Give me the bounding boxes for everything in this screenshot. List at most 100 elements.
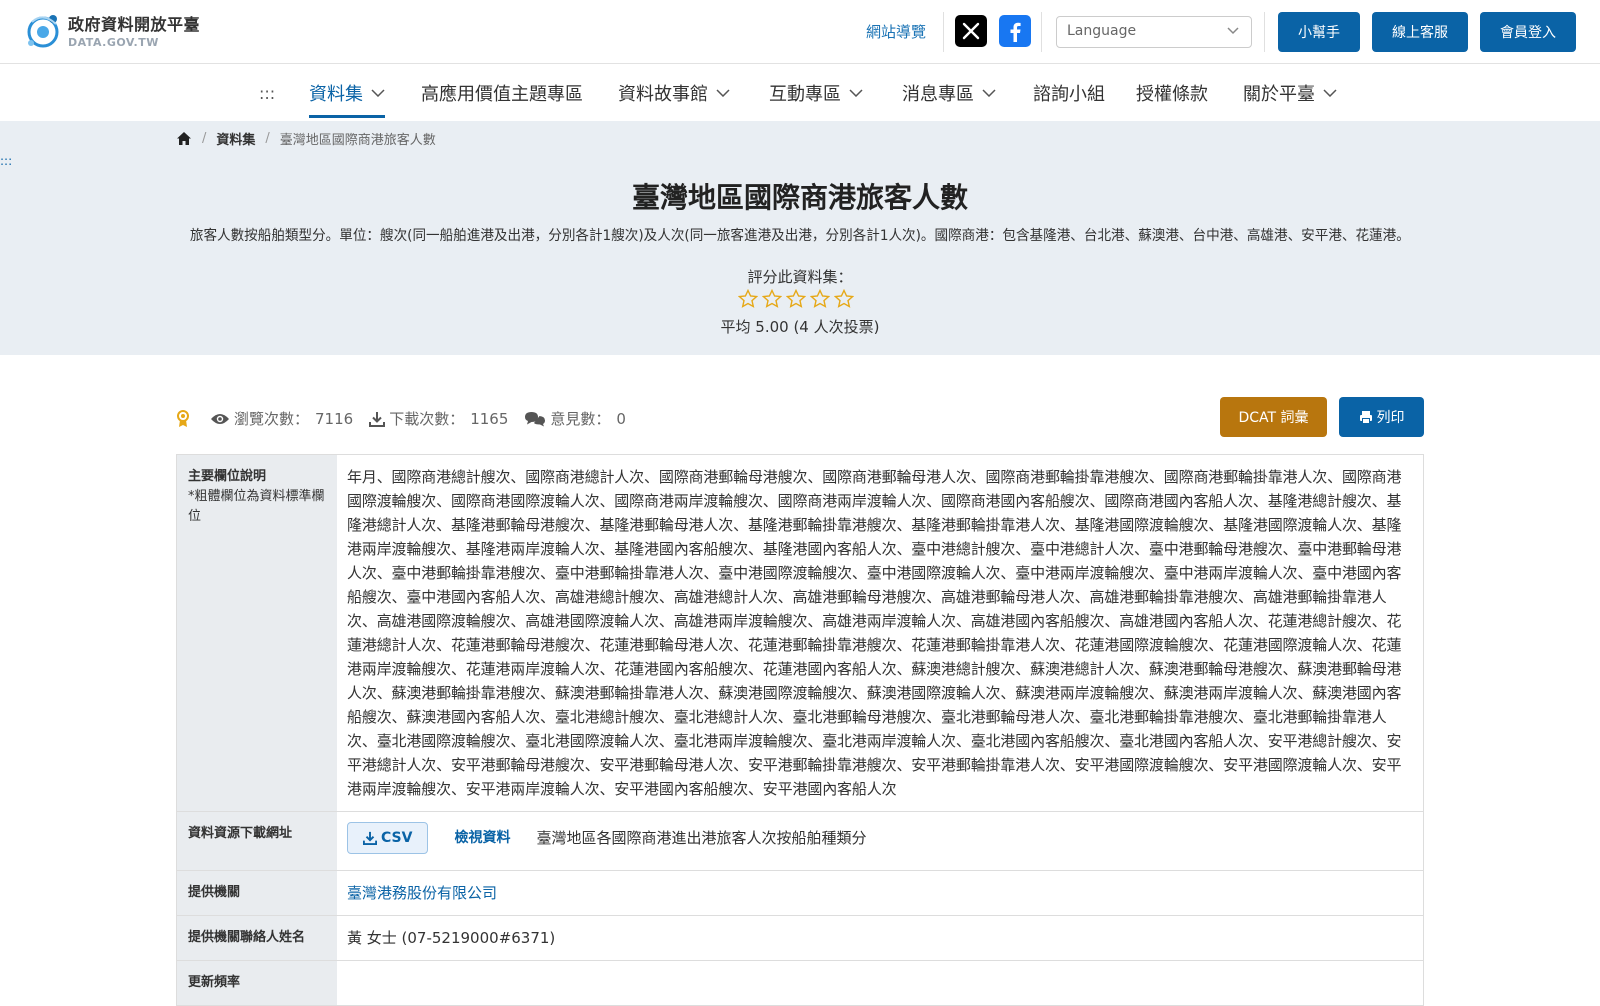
award-icon (177, 409, 189, 427)
views-stat: 瀏覽次數： 7116 (210, 408, 353, 429)
download-value-cell: CSV 檢視資料 臺灣地區各國際商港進出港旅客人次按船舶種類分 (337, 812, 1423, 870)
comments-count: 0 (616, 409, 626, 428)
rating-stars (738, 289, 854, 309)
divider (1041, 12, 1042, 52)
language-select-value: Language (1067, 23, 1137, 39)
nav-item-about[interactable]: 關於平臺 (1243, 80, 1337, 106)
breadcrumb: / 資料集 / 臺灣地區國際商港旅客人數 (176, 129, 436, 148)
rating-average: 平均 5.00 (4 人次投票) (720, 318, 880, 336)
print-button[interactable]: 列印 (1339, 397, 1424, 437)
table-row: 提供機關聯絡人姓名 黃 女士 (07-5219000#6371) (177, 916, 1423, 961)
chevron-down-icon (1323, 89, 1337, 97)
print-icon (1359, 411, 1372, 424)
download-icon (369, 411, 386, 427)
breadcrumb-datasets-link[interactable]: 資料集 (216, 129, 255, 148)
chevron-down-icon (716, 89, 730, 97)
frequency-label-cell: 更新頻率 (177, 961, 337, 1005)
views-label: 瀏覽次數： (234, 410, 310, 428)
download-label-cell: 資料資源下載網址 (177, 812, 337, 870)
provider-link[interactable]: 臺灣港務股份有限公司 (347, 884, 497, 902)
downloads-label: 下載次數： (389, 410, 465, 428)
nav-item-advisory[interactable]: 諮詢小組 (1033, 80, 1105, 106)
table-row: 更新頻率 (177, 961, 1423, 1005)
nav-item-datasets[interactable]: 資料集 (309, 80, 385, 118)
breadcrumb-current: 臺灣地區國際商港旅客人數 (279, 133, 436, 148)
member-login-button[interactable]: 會員登入 (1480, 12, 1576, 52)
site-logo[interactable]: 政府資料開放平臺 DATA.GOV.TW (22, 10, 200, 52)
nav-item-license[interactable]: 授權條款 (1136, 80, 1208, 106)
print-button-label: 列印 (1376, 410, 1405, 426)
frequency-value (337, 961, 1423, 1005)
page-title: 臺灣地區國際商港旅客人數 (631, 181, 968, 214)
dataset-info-table: 主要欄位說明 *粗體欄位為資料標準欄位 年月、國際商港總計艘次、國際商港總計人次… (176, 454, 1424, 1006)
download-icon (363, 831, 377, 845)
star-icon[interactable] (762, 289, 782, 309)
views-count: 7116 (315, 409, 354, 428)
nav-item-label: 互動專區 (769, 84, 841, 105)
divider (943, 12, 944, 52)
star-icon[interactable] (738, 289, 758, 309)
nav-access-key[interactable]: ::: (259, 84, 275, 103)
breadcrumb-separator: / (202, 131, 207, 146)
comments-label: 意見數： (550, 410, 611, 428)
nav-item-data-stories[interactable]: 資料故事館 (618, 80, 730, 106)
comments-icon (525, 411, 546, 426)
top-header: 政府資料開放平臺 DATA.GOV.TW 網站導覽 Language 小幫手 線… (0, 0, 1600, 64)
comments-stat: 意見數： 0 (524, 408, 626, 429)
star-icon[interactable] (834, 289, 854, 309)
eye-icon (211, 413, 229, 424)
contact-value: 黃 女士 (07-5219000#6371) (347, 929, 556, 947)
logo-title: 政府資料開放平臺 (68, 14, 201, 34)
nav-item-label: 高應用價值主題專區 (421, 84, 583, 105)
nav-item-label: 諮詢小組 (1033, 84, 1105, 105)
facebook-icon[interactable] (999, 15, 1031, 47)
divider (1264, 12, 1265, 52)
table-row: 提供機關 臺灣港務股份有限公司 (177, 871, 1423, 916)
logo-subtitle: DATA.GOV.TW (68, 35, 159, 49)
nav-item-label: 消息專區 (902, 84, 974, 105)
star-icon[interactable] (786, 289, 806, 309)
nav-item-label: 授權條款 (1136, 84, 1208, 105)
resource-name: 臺灣地區各國際商港進出港旅客人次按船舶種類分 (536, 829, 867, 847)
nav-item-high-value[interactable]: 高應用價值主題專區 (421, 80, 583, 106)
csv-download-button[interactable]: CSV (347, 822, 429, 854)
x-twitter-icon[interactable] (955, 15, 987, 47)
side-access-key[interactable]: ::: (0, 154, 12, 168)
contact-label-cell: 提供機關聯絡人姓名 (177, 916, 337, 960)
helper-button[interactable]: 小幫手 (1278, 12, 1360, 52)
fields-note: *粗體欄位為資料標準欄位 (188, 489, 325, 524)
fields-label: 主要欄位說明 (188, 469, 267, 484)
main-nav: ::: 資料集 高應用價值主題專區 資料故事館 互動專區 消息專區 諮詢小組 授… (0, 64, 1600, 121)
online-support-button[interactable]: 線上客服 (1372, 12, 1468, 52)
table-row: 主要欄位說明 *粗體欄位為資料標準欄位 年月、國際商港總計艘次、國際商港總計人次… (177, 455, 1423, 812)
dataset-hero: / 資料集 / 臺灣地區國際商港旅客人數 ::: 臺灣地區國際商港旅客人數 旅客… (0, 121, 1600, 355)
downloads-count: 1165 (470, 409, 509, 428)
view-data-link[interactable]: 檢視資料 (454, 826, 510, 850)
fields-value: 年月、國際商港總計艘次、國際商港總計人次、國際商港郵輪母港艘次、國際商港郵輪母港… (347, 468, 1402, 798)
csv-label: CSV (381, 830, 413, 846)
table-row: 資料資源下載網址 CSV 檢視資料 臺灣地區各國際商港進出港旅客人次按船舶種類分 (177, 812, 1423, 871)
chevron-down-icon (849, 89, 863, 97)
sitemap-link[interactable]: 網站導覽 (866, 21, 926, 42)
nav-item-label: 關於平臺 (1243, 84, 1315, 105)
dataset-description-text: 旅客人數按船舶類型分。單位：艘次(同一船舶進港及出港，分別各計1艘次)及人次(同… (190, 228, 1410, 244)
nav-item-news[interactable]: 消息專區 (902, 80, 996, 106)
downloads-stat: 下載次數： 1165 (369, 408, 508, 429)
chevron-down-icon (371, 89, 385, 97)
rating-label: 評分此資料集： (747, 268, 853, 286)
provider-value-cell: 臺灣港務股份有限公司 (337, 871, 1423, 915)
nav-item-label: 資料集 (309, 84, 363, 105)
chevron-down-icon (1227, 27, 1239, 35)
star-icon[interactable] (810, 289, 830, 309)
dcat-button[interactable]: DCAT 詞彙 (1220, 397, 1327, 437)
fields-value-cell: 年月、國際商港總計艘次、國際商港總計人次、國際商港郵輪母港艘次、國際商港郵輪母港… (337, 455, 1423, 811)
dataset-description: 旅客人數按船舶類型分。單位：艘次(同一船舶進港及出港，分別各計1艘次)及人次(同… (0, 225, 1600, 245)
chevron-down-icon (982, 89, 996, 97)
dataset-stats: 瀏覽次數： 7116 下載次數： 1165 意見數： 0 (176, 408, 642, 429)
fields-label-cell: 主要欄位說明 *粗體欄位為資料標準欄位 (177, 455, 337, 811)
provider-label-cell: 提供機關 (177, 871, 337, 915)
home-icon[interactable] (176, 131, 192, 146)
nav-item-interactive[interactable]: 互動專區 (769, 80, 863, 106)
language-select[interactable]: Language (1056, 16, 1252, 48)
award-badge (176, 409, 194, 428)
